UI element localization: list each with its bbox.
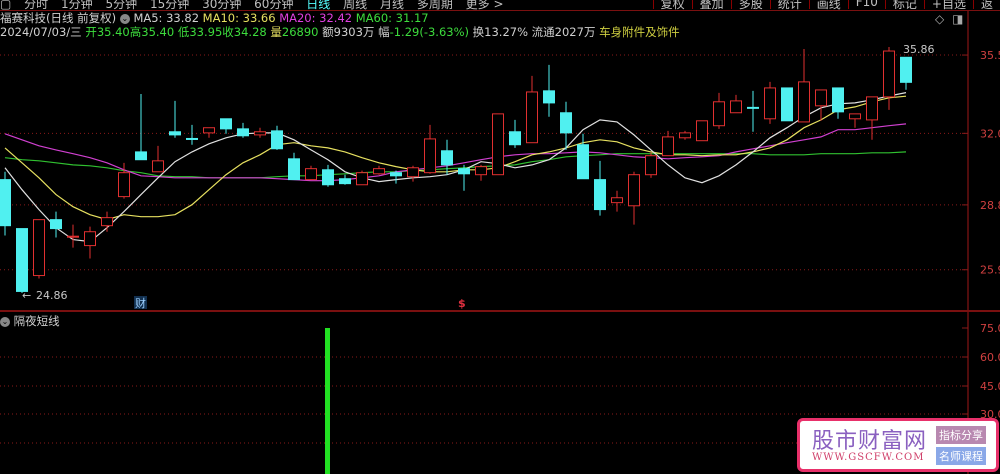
candle-up <box>730 100 742 114</box>
candle-down <box>441 150 453 166</box>
candle-up <box>883 50 895 98</box>
sub-panel-title: ⌄ 隔夜短线 <box>0 313 60 329</box>
candle-down <box>16 228 28 292</box>
candle-up <box>628 174 640 207</box>
candle-up <box>713 101 725 127</box>
watermark: 股市财富网 WWW.GSCFW.COM 指标分享 名师课程 <box>797 418 999 472</box>
candle-up <box>679 132 691 139</box>
candle-down <box>577 144 589 180</box>
candle-up <box>84 231 96 247</box>
dividend-marker[interactable]: $ <box>458 297 466 310</box>
candle-down <box>220 118 232 130</box>
indicator-bar <box>325 328 330 474</box>
candle-down <box>509 131 521 146</box>
candle-up <box>492 113 504 176</box>
indicator-name: 隔夜短线 <box>13 314 60 328</box>
candle-down <box>747 106 759 109</box>
candle-up <box>849 113 861 120</box>
watermark-url: WWW.GSCFW.COM <box>812 452 925 463</box>
candle-up <box>764 87 776 120</box>
candle-up <box>611 197 623 204</box>
candle-up <box>356 172 368 186</box>
candle-up <box>407 167 419 178</box>
candle-down <box>781 87 793 122</box>
candle-up <box>203 127 215 134</box>
candle-up <box>373 168 385 175</box>
candle-up <box>67 235 79 238</box>
candle-down <box>543 90 555 104</box>
candle-up <box>798 81 810 123</box>
candle-up <box>33 219 45 277</box>
candle-up <box>152 160 164 173</box>
candle-up <box>101 217 113 227</box>
candle-down <box>900 56 912 83</box>
candle-down <box>169 131 181 136</box>
candle-up <box>254 131 266 136</box>
candle-up <box>696 120 708 142</box>
price-axis-label: 32.0 <box>980 127 1000 140</box>
candle-down <box>390 172 402 177</box>
candle-down <box>560 112 572 134</box>
chevron-down-icon[interactable]: ⌄ <box>0 316 10 327</box>
finance-marker[interactable]: 财 <box>135 296 146 310</box>
watermark-title: 股市财富网 <box>812 429 928 454</box>
high-annotation: 35.86 <box>903 43 935 56</box>
sub-axis-label: 75.0 <box>980 322 1000 335</box>
candle-down <box>186 137 198 140</box>
low-annotation: 24.86 <box>36 289 68 302</box>
candle-down <box>458 168 470 175</box>
price-axis-label: 28.8 <box>980 199 1000 212</box>
candle-down <box>322 169 334 186</box>
sub-axis-label: 45.0 <box>980 380 1000 393</box>
watermark-badge-course: 名师课程 <box>936 447 986 465</box>
candle-up <box>662 136 674 157</box>
candle-up <box>526 91 538 144</box>
candle-down <box>288 158 300 181</box>
low-arrow-icon: ← <box>22 289 31 302</box>
price-axis-label: 35.5 <box>980 49 1000 62</box>
candle-up <box>815 89 827 107</box>
candle-up <box>475 166 487 176</box>
sub-axis-label: 60.0 <box>980 351 1000 364</box>
watermark-badge-share: 指标分享 <box>936 426 986 444</box>
price-axis-label: 25.9 <box>980 264 1000 277</box>
candle-down <box>50 219 62 230</box>
candle-up <box>305 168 317 181</box>
candle-down <box>135 151 147 161</box>
candle-up <box>866 96 878 121</box>
candle-down <box>594 179 606 211</box>
candle-up <box>118 172 130 198</box>
candle-down <box>832 87 844 113</box>
candle-up <box>424 138 436 174</box>
candle-down <box>271 130 283 150</box>
kline-chart: 35.532.028.825.975.060.045.030.0 24.86 ←… <box>0 11 1000 474</box>
candle-down <box>0 179 11 227</box>
candle-down <box>339 178 351 185</box>
candle-down <box>237 128 249 137</box>
candle-up <box>645 155 657 176</box>
